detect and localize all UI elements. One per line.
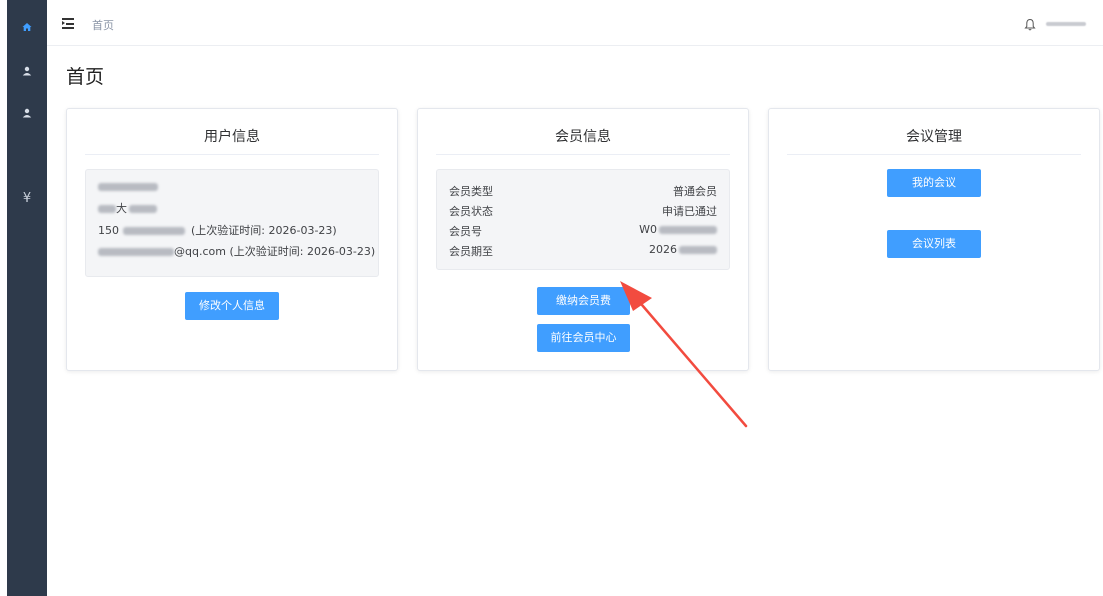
pay-membership-fee-button[interactable]: 缴纳会员费 [537,287,630,315]
meeting-management-card: 会议管理 我的会议 会议列表 [768,108,1100,371]
user-icon [22,66,32,76]
menu-fold-icon[interactable] [62,18,74,29]
member-row-type: 会员类型 普通会员 [449,185,717,198]
page-title: 首页 [66,66,105,88]
user-info-box: 大 150 (上次验证时间: 2026-03-23) @qq.com (上次验证时… [85,169,379,277]
member-info-card: 会员信息 会员类型 普通会员 会员状态 申请已通过 会员号 W0 会员期至 2026 缴… [417,108,749,371]
member-info-box: 会员类型 普通会员 会员状态 申请已通过 会员号 W0 会员期至 2026 [436,169,730,270]
top-bar: 首页 [47,0,1103,46]
sidebar: ¥ [7,0,47,596]
my-meetings-button[interactable]: 我的会议 [887,169,981,197]
realname: 大 [98,200,157,216]
phone: 150 (上次验证时间: 2026-03-23) [98,224,337,237]
member-row-status: 会员状态 申请已通过 [449,205,717,218]
member-row-number: 会员号 W0 [449,223,717,238]
card-title: 会议管理 [787,109,1081,155]
yen-icon: ¥ [22,191,32,206]
edit-profile-button[interactable]: 修改个人信息 [185,292,279,320]
card-title: 会员信息 [436,109,730,155]
bell-icon[interactable] [1024,16,1036,35]
sidebar-item-member[interactable] [7,108,47,118]
app-page: ¥ 首页 首页 用户信息 大 150 (上次验证时间: 2026-03-23) @… [0,0,1103,596]
breadcrumb-home[interactable]: 首页 [92,17,114,33]
card-title: 用户信息 [85,109,379,155]
sidebar-item-user[interactable] [7,66,47,76]
sidebar-item-finance[interactable]: ¥ [7,192,47,206]
username-redacted [98,180,158,193]
sidebar-item-home[interactable] [7,22,47,32]
member-row-expiry: 会员期至 2026 [449,243,717,258]
email: @qq.com (上次验证时间: 2026-03-23) [98,243,375,259]
go-member-center-button[interactable]: 前往会员中心 [537,324,630,352]
home-icon [22,23,32,31]
user-menu[interactable] [1046,22,1086,26]
meeting-list-button[interactable]: 会议列表 [887,230,981,258]
user-info-card: 用户信息 大 150 (上次验证时间: 2026-03-23) @qq.com (… [66,108,398,371]
user-icon [22,108,32,118]
